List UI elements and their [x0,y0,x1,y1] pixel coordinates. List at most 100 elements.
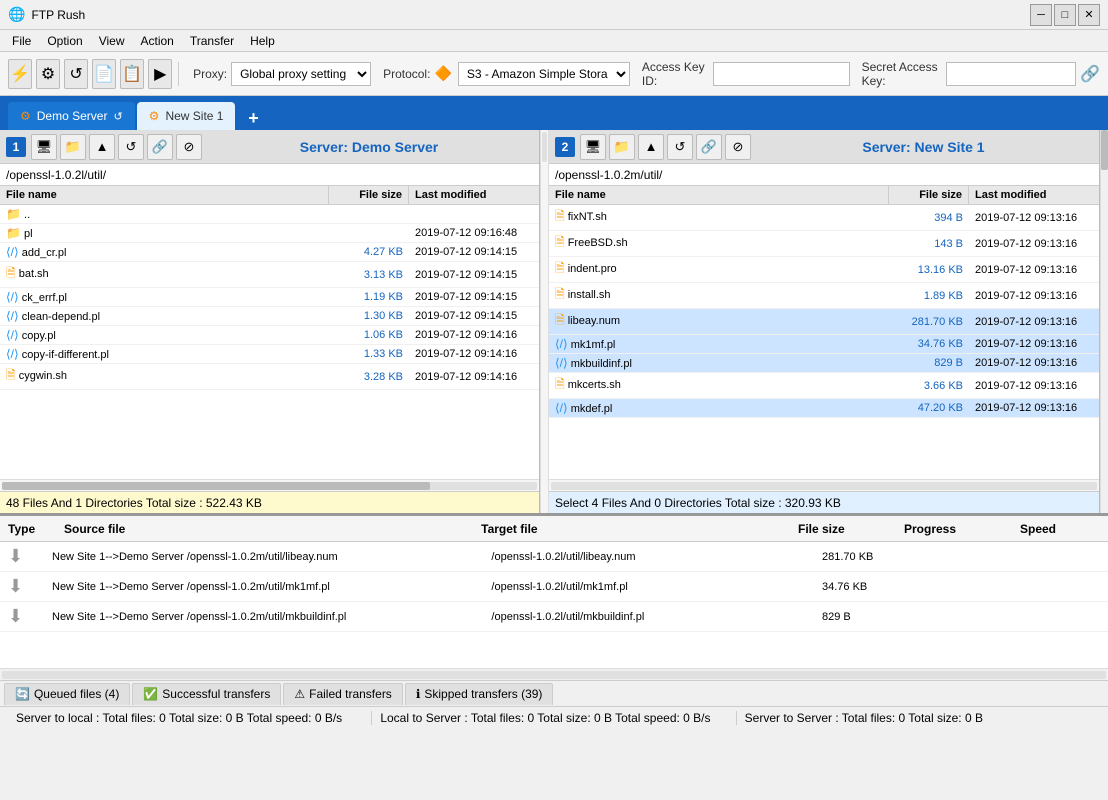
pane-1-header: File name File size Last modified [0,186,539,205]
menu-view[interactable]: View [91,32,133,50]
close-button[interactable]: ✕ [1078,4,1100,26]
queued-icon: 🔄 [15,687,30,701]
table-row[interactable]: 🗎 fixNT.sh 394 B 2019-07-12 09:13:16 [549,205,1099,231]
table-row[interactable]: ⟨/⟩ clean-depend.pl 1.30 KB 2019-07-12 0… [0,307,539,326]
secret-key-input[interactable] [946,62,1076,86]
toolbar-terminal-button[interactable]: ▶ [148,59,172,89]
transfer-size: 829 B [822,611,912,623]
tab-skipped-transfers[interactable]: ℹ Skipped transfers (39) [405,683,554,705]
table-row[interactable]: ⟨/⟩ mk1mf.pl 34.76 KB 2019-07-12 09:13:1… [549,335,1099,354]
pane-2-refresh-btn[interactable]: ↺ [667,134,693,160]
pane-2-folder-btn[interactable]: 📁 [609,134,635,160]
minimize-button[interactable]: ─ [1030,4,1052,26]
transfer-row[interactable]: ⬇ New Site 1-->Demo Server /openssl-1.0.… [0,602,1108,632]
transfer-list: ⬇ New Site 1-->Demo Server /openssl-1.0.… [0,542,1108,668]
table-row[interactable]: ⟨/⟩ mkbuildinf.pl 829 B 2019-07-12 09:13… [549,354,1099,373]
transfer-source: New Site 1-->Demo Server /openssl-1.0.2m… [52,551,487,563]
tab-failed-transfers[interactable]: ⚠ Failed transfers [283,683,402,705]
transfer-col-target: Target file [481,522,782,536]
link-button[interactable]: 🔗 [1080,62,1100,86]
transfer-target: /openssl-1.0.2l/util/mk1mf.pl [491,581,818,593]
proxy-select[interactable]: Global proxy setting [231,62,371,86]
table-row[interactable]: 🗎 mkcerts.sh 3.66 KB 2019-07-12 09:13:16 [549,373,1099,399]
menu-file[interactable]: File [4,32,39,50]
table-row[interactable]: 🗎 cygwin.sh 3.28 KB 2019-07-12 09:14:16 [0,364,539,390]
pane-1-col-size[interactable]: File size [329,186,409,204]
table-row[interactable]: ⟨/⟩ copy-if-different.pl 1.33 KB 2019-07… [0,345,539,364]
table-row[interactable]: 🗎 indent.pro 13.16 KB 2019-07-12 09:13:1… [549,257,1099,283]
transfer-type-icon: ⬇ [8,576,48,597]
pane-1-col-modified[interactable]: Last modified [409,186,539,204]
table-row[interactable]: ⟨/⟩ mkdef.pl 47.20 KB 2019-07-12 09:13:1… [549,399,1099,418]
window-controls: ─ □ ✕ [1030,4,1100,26]
pane-2-monitor-btn[interactable]: 🖥 [580,134,606,160]
pane-2-vscroll[interactable] [1100,130,1108,513]
protocol-select[interactable]: S3 - Amazon Simple Stora [458,62,630,86]
app-title: FTP Rush [31,8,85,22]
tab-new-site-1[interactable]: ⚙ New Site 1 [137,102,236,130]
menu-option[interactable]: Option [39,32,90,50]
tab-successful-transfers[interactable]: ✅ Successful transfers [132,683,281,705]
pane-2-toolbar: 2 🖥 📁 ▲ ↺ 🔗 ⊘ Server: New Site 1 [549,130,1099,164]
pane-1-hscroll[interactable] [0,479,539,491]
pane-1-col-name[interactable]: File name [0,186,329,204]
toolbar-refresh-button[interactable]: ↺ [64,59,88,89]
menu-transfer[interactable]: Transfer [182,32,242,50]
transfer-row[interactable]: ⬇ New Site 1-->Demo Server /openssl-1.0.… [0,542,1108,572]
pane-1-link-btn[interactable]: 🔗 [147,134,173,160]
pane-2-status: Select 4 Files And 0 Directories Total s… [549,491,1099,513]
menu-action[interactable]: Action [133,32,182,50]
pane-2-file-list: File name File size Last modified 🗎 fixN… [549,186,1099,479]
table-row[interactable]: 🗎 libeay.num 281.70 KB 2019-07-12 09:13:… [549,309,1099,335]
tab-site-icon: ⚙ [149,109,160,123]
pane-2-col-name[interactable]: File name [549,186,889,204]
pane-1-number: 1 [6,137,26,157]
status-server-to-server: Server to Server : Total files: 0 Total … [737,711,1100,725]
pane-1-monitor-btn[interactable]: 🖥 [31,134,57,160]
table-row[interactable]: 🗎 FreeBSD.sh 143 B 2019-07-12 09:13:16 [549,231,1099,257]
transfer-col-speed: Speed [1020,522,1100,536]
pane-2-path-input[interactable] [555,168,1093,182]
pane-2: 2 🖥 📁 ▲ ↺ 🔗 ⊘ Server: New Site 1 File na… [549,130,1100,513]
s3-icon: 🔶 [434,65,451,82]
proxy-section: Proxy: Global proxy setting [193,62,371,86]
pane-2-link-btn[interactable]: 🔗 [696,134,722,160]
table-row[interactable]: ⟨/⟩ add_cr.pl 4.27 KB 2019-07-12 09:14:1… [0,243,539,262]
tab-queued-files[interactable]: 🔄 Queued files (4) [4,683,130,705]
toolbar-file-button[interactable]: 📄 [92,59,116,89]
pane-2-block-btn[interactable]: ⊘ [725,134,751,160]
pane-2-up-btn[interactable]: ▲ [638,134,664,160]
transfer-col-progress: Progress [904,522,1004,536]
table-row[interactable]: 🗎 bat.sh 3.13 KB 2019-07-12 09:14:15 [0,262,539,288]
table-row[interactable]: 📁 .. [0,205,539,224]
pane-1-path-input[interactable] [6,168,533,182]
pane-1-refresh-btn[interactable]: ↺ [118,134,144,160]
access-key-input[interactable] [713,62,850,86]
pane-2-number: 2 [555,137,575,157]
menu-help[interactable]: Help [242,32,283,50]
pane-2-col-size[interactable]: File size [889,186,969,204]
main-toolbar: ⚡ ⚙ ↺ 📄 📋 ▶ Proxy: Global proxy setting … [0,52,1108,96]
toolbar-settings-button[interactable]: ⚙ [36,59,60,89]
status-bar: Server to local : Total files: 0 Total s… [0,706,1108,728]
table-row[interactable]: ⟨/⟩ copy.pl 1.06 KB 2019-07-12 09:14:16 [0,326,539,345]
transfer-row[interactable]: ⬇ New Site 1-->Demo Server /openssl-1.0.… [0,572,1108,602]
toolbar-connect-button[interactable]: ⚡ [8,59,32,89]
pane-1-block-btn[interactable]: ⊘ [176,134,202,160]
maximize-button[interactable]: □ [1054,4,1076,26]
pane-1-folder-btn[interactable]: 📁 [60,134,86,160]
pane-2-hscroll[interactable] [549,479,1099,491]
tab-refresh-icon: ↺ [113,110,122,123]
pane-1-up-btn[interactable]: ▲ [89,134,115,160]
table-row[interactable]: 🗎 install.sh 1.89 KB 2019-07-12 09:13:16 [549,283,1099,309]
pane-2-col-modified[interactable]: Last modified [969,186,1099,204]
toolbar-transfer-button[interactable]: 📋 [120,59,144,89]
new-tab-button[interactable]: + [241,106,265,130]
tab-demo-server[interactable]: ⚙ Demo Server ↺ [8,102,135,130]
menu-bar: File Option View Action Transfer Help [0,30,1108,52]
transfer-hscroll[interactable] [0,668,1108,680]
app-icon: 🌐 [8,6,25,23]
table-row[interactable]: ⟨/⟩ ck_errf.pl 1.19 KB 2019-07-12 09:14:… [0,288,539,307]
table-row[interactable]: 📁 pl 2019-07-12 09:16:48 [0,224,539,243]
secret-key-label: Secret Access Key: [862,60,942,88]
